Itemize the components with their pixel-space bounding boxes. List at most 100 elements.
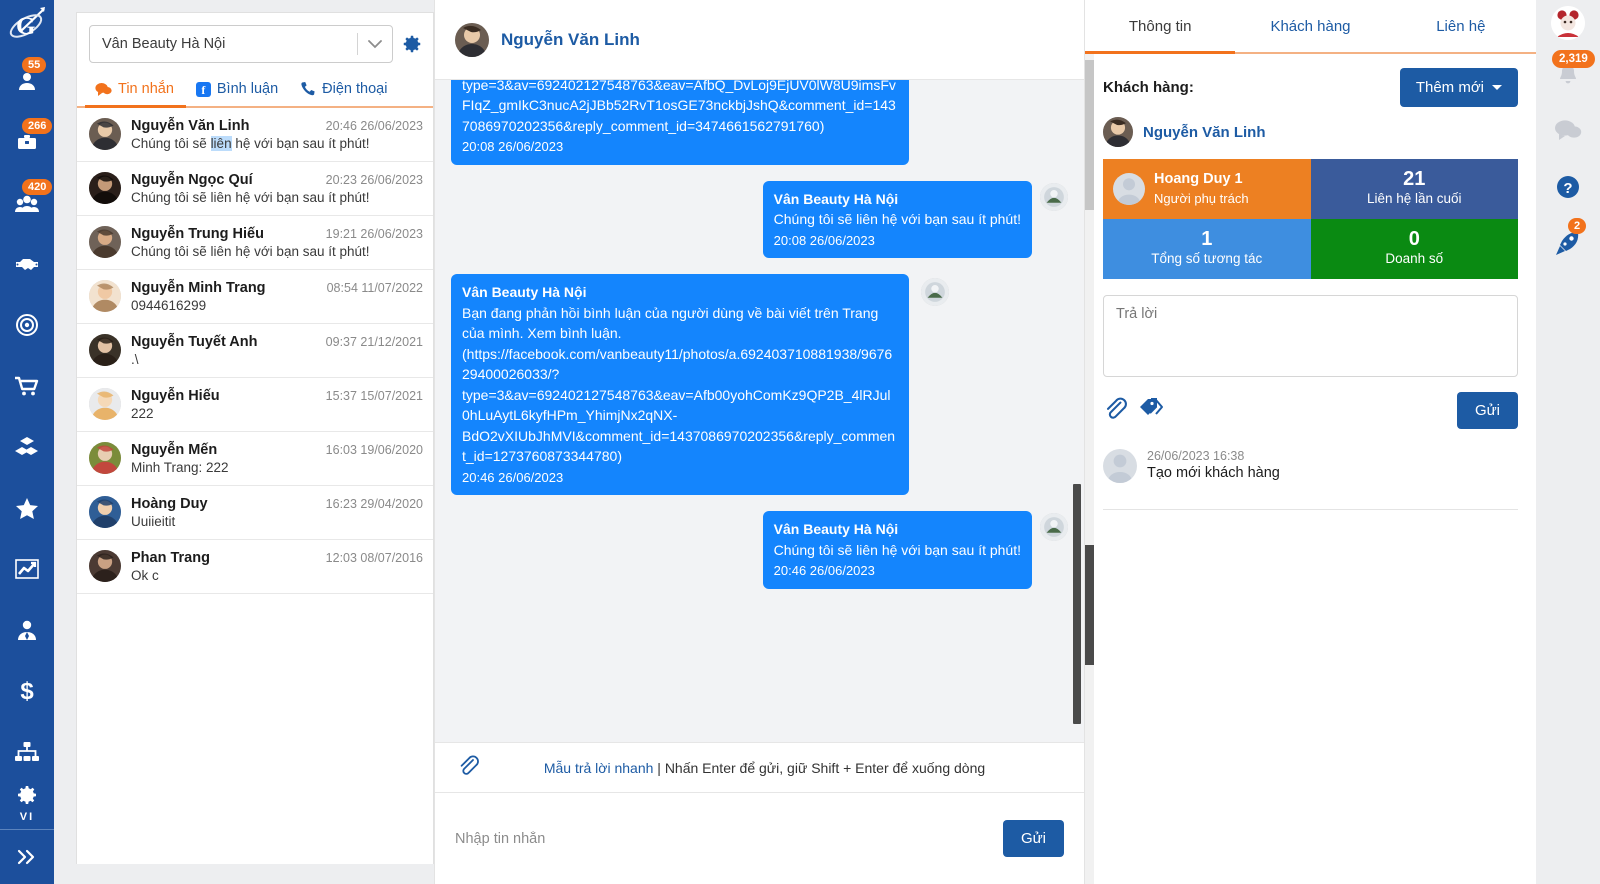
conversation-snippet: Minh Trang: 222	[131, 460, 229, 475]
page-select[interactable]: Vân Beauty Hà Nội	[89, 25, 393, 63]
dollar-icon: $	[20, 678, 34, 704]
customer-header-row: Khách hàng: Thêm mới	[1103, 68, 1518, 107]
info-tabs: Thông tin Khách hàng Liên hệ	[1085, 0, 1536, 54]
chat-message-bubble[interactable]: Vân Beauty Hà Nội Chúng tôi sẽ liên hệ vớ…	[762, 511, 1032, 589]
info-panel: Thông tin Khách hàng Liên hệ Khách hàng:…	[1084, 0, 1536, 884]
sidebar-item-reports[interactable]	[0, 539, 54, 600]
gear-icon	[403, 35, 421, 53]
reply-tag-button[interactable]	[1139, 397, 1165, 424]
reply-actions: Gửi	[1103, 392, 1518, 429]
avatar	[1103, 449, 1137, 483]
message-avatar	[1040, 513, 1068, 541]
customer-identity[interactable]: Nguyễn Văn Linh	[1103, 117, 1518, 147]
attach-button[interactable]	[457, 754, 479, 781]
chat-scrollbar-thumb[interactable]	[1073, 484, 1081, 724]
tab-label: Tin nhắn	[118, 81, 174, 97]
stat-owner: Hoang Duy 1 Người phụ trách	[1103, 159, 1311, 219]
message-input[interactable]	[455, 830, 991, 847]
stat-label: Liên hệ lần cuối	[1366, 191, 1462, 206]
sidebar-item-shop[interactable]	[0, 356, 54, 417]
conversation-list-item[interactable]: Nguyễn Hiếu 15:37 15/07/2021 222	[77, 378, 433, 432]
conversation-list-item[interactable]: Hoàng Duy 16:23 29/04/2020 Uuiieitit	[77, 486, 433, 540]
language-label[interactable]: VI	[20, 811, 34, 823]
chat-message-bubble[interactable]: 38/967629400026033/?type=3&av=6924021275…	[451, 80, 909, 165]
tab-binh-luan[interactable]: f Bình luận	[186, 75, 290, 106]
info-scrollbar-thumb-upper[interactable]	[1085, 60, 1094, 210]
tab-tin-nhan[interactable]: Tin nhắn	[85, 75, 186, 108]
chat-message-area[interactable]: 38/967629400026033/?type=3&av=6924021275…	[435, 80, 1084, 742]
chat-message-bubble[interactable]: Vân Beauty Hà Nội Chúng tôi sẽ liên hệ vớ…	[762, 180, 1032, 258]
conversation-top-row: Nguyễn Văn Linh 20:46 26/06/2023	[131, 118, 423, 134]
sidebar-item-customers[interactable]: 55	[0, 51, 54, 112]
chart-line-icon	[15, 559, 39, 579]
sidebar-item-deals[interactable]	[0, 234, 54, 295]
expand-sidebar-button[interactable]	[0, 830, 54, 884]
sidebar-item-products[interactable]	[0, 417, 54, 478]
notifications-bell-button[interactable]: 2,319	[1546, 50, 1595, 96]
conversation-time: 19:21 26/06/2023	[325, 227, 423, 241]
orders-badge: 266	[22, 117, 53, 134]
conversation-list-item[interactable]: Nguyễn Mến 16:03 19/06/2020 Minh Trang: 22…	[77, 432, 433, 486]
sidebar-settings[interactable]: VI	[0, 783, 54, 829]
conversation-top-row: Phan Trang 12:03 08/07/2016	[131, 550, 423, 566]
conversation-list-item[interactable]: Nguyễn Ngọc Quí 20:23 26/06/2023 Chúng tôi…	[77, 162, 433, 216]
stat-tile: 1 Tổng số tương tác	[1103, 219, 1311, 279]
message-text: Bạn đang phản hồi bình luận của người dù…	[462, 304, 896, 465]
conversation-snippet: Chúng tôi sẽ liên hệ với bạn sau ít phút…	[131, 190, 370, 205]
tab-khach-hang[interactable]: Khách hàng	[1235, 0, 1385, 52]
conversation-time: 20:46 26/06/2023	[325, 119, 423, 133]
updates-rocket-button[interactable]: 2	[1546, 218, 1590, 264]
stat-tile: 21 Liên hệ lần cuối	[1310, 159, 1518, 219]
highlighted-text: liên	[210, 136, 232, 151]
svg-text:$: $	[20, 678, 34, 704]
sidebar-item-orders[interactable]: 266	[0, 112, 54, 173]
sidebar-item-finance[interactable]: $	[0, 661, 54, 722]
page-settings-button[interactable]	[401, 33, 423, 55]
notifications-badge: 2,319	[1552, 50, 1595, 68]
facebook-icon: f	[195, 81, 211, 97]
reply-send-button[interactable]: Gửi	[1456, 392, 1518, 429]
send-message-button[interactable]: Gửi	[1002, 820, 1064, 857]
chevron-double-right-icon	[17, 849, 35, 864]
briefcase-icon	[18, 135, 36, 150]
sidebar-item-targets[interactable]	[0, 295, 54, 356]
info-scrollbar-thumb-lower[interactable]	[1085, 545, 1094, 665]
conversation-snippet: Chúng tôi sẽ liên hệ với bạn sau ít phút…	[131, 244, 370, 259]
conversation-top-row: Nguyễn Tuyết Anh 09:37 21/12/2021	[131, 334, 423, 350]
app-root: G 55 266 420 $ VI Vân Beauty Hà Nội Tin …	[0, 0, 1600, 884]
chat-message-bubble[interactable]: Vân Beauty Hà Nội Bạn đang phản hồi bình …	[451, 274, 909, 495]
tab-dien-thoai[interactable]: Điện thoại	[290, 75, 399, 106]
tab-label: Bình luận	[216, 81, 279, 97]
tags-icon	[1140, 398, 1163, 415]
tab-thong-tin[interactable]: Thông tin	[1085, 0, 1236, 54]
conversation-name: Nguyễn Minh Trang	[131, 280, 266, 296]
conversation-list-item[interactable]: Phan Trang 12:03 08/07/2016 Ok c	[77, 540, 433, 594]
add-new-button[interactable]: Thêm mới	[1399, 68, 1518, 107]
star-icon	[16, 497, 38, 519]
gobysend-logo[interactable]: G	[0, 0, 54, 51]
compose-bar: Gửi	[435, 792, 1084, 884]
add-new-label: Thêm mới	[1415, 79, 1484, 96]
chevron-down-icon[interactable]	[358, 39, 392, 49]
user-avatar[interactable]	[1551, 6, 1585, 40]
tab-lien-he[interactable]: Liên hệ	[1386, 0, 1536, 52]
messages-button[interactable]	[1546, 110, 1590, 152]
quick-reply-link[interactable]: Mẫu trả lời nhanh	[544, 760, 654, 776]
conversation-list-item[interactable]: Nguyễn Tuyết Anh 09:37 21/12/2021 .\	[77, 324, 433, 378]
conversation-time: 16:23 29/04/2020	[325, 497, 423, 511]
sidebar-item-favorites[interactable]	[0, 478, 54, 539]
reply-attach-button[interactable]	[1103, 396, 1127, 425]
message-time: 20:08 26/06/2023	[462, 139, 564, 154]
conversation-list[interactable]: Nguyễn Văn Linh 20:46 26/06/2023 Chúng tôi…	[77, 108, 433, 864]
avatar	[89, 118, 121, 150]
sidebar-item-employees[interactable]	[0, 600, 54, 661]
conversation-list-item[interactable]: Nguyễn Trung Hiếu 19:21 26/06/2023 Chúng t…	[77, 216, 433, 270]
conversation-list-item[interactable]: Nguyễn Minh Trang 08:54 11/07/2022 0944616…	[77, 270, 433, 324]
sidebar-item-org-chart[interactable]	[0, 722, 54, 783]
sidebar-item-contacts[interactable]: 420	[0, 173, 54, 234]
owner-text: Hoang Duy 1 Người phụ trách	[1154, 170, 1249, 208]
reply-textarea[interactable]	[1103, 295, 1518, 377]
help-button[interactable]: ?	[1546, 166, 1590, 208]
conversation-list-item[interactable]: Nguyễn Văn Linh 20:46 26/06/2023 Chúng tôi…	[77, 108, 433, 162]
message-sender: Vân Beauty Hà Nội	[773, 190, 899, 207]
